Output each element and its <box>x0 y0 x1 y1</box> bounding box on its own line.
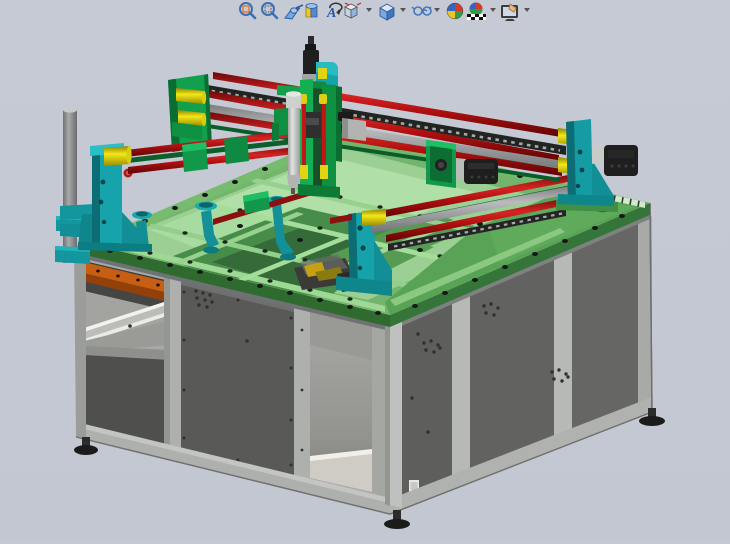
svg-text:A: A <box>326 6 336 21</box>
